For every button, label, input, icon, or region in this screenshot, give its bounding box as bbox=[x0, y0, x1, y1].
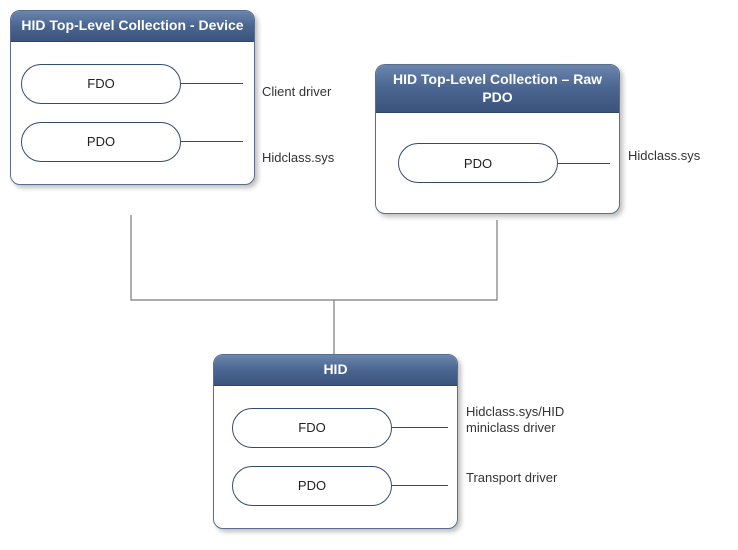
box-rawpdo-body: PDO bbox=[376, 113, 619, 213]
connector-line bbox=[181, 83, 243, 84]
box-hid-body: FDO PDO bbox=[214, 386, 457, 528]
pill-pdo: PDO bbox=[232, 466, 392, 506]
label-hidclass-sys-2: Hidclass.sys bbox=[628, 148, 700, 164]
hid-row-fdo: FDO bbox=[224, 408, 447, 448]
rawpdo-row-pdo: PDO bbox=[386, 143, 609, 183]
pill-pdo: PDO bbox=[21, 122, 181, 162]
box-device-body: FDO PDO bbox=[11, 42, 254, 184]
box-device-title: HID Top-Level Collection - Device bbox=[11, 11, 254, 42]
device-row-pdo: PDO bbox=[21, 122, 244, 162]
box-hid: HID FDO PDO bbox=[213, 354, 458, 529]
hid-row-pdo: PDO bbox=[224, 466, 447, 506]
connector-line bbox=[181, 141, 243, 142]
connector-line bbox=[558, 163, 610, 164]
box-hid-title: HID bbox=[214, 355, 457, 386]
box-rawpdo-title: HID Top-Level Collection – Raw PDO bbox=[376, 65, 619, 113]
pill-fdo: FDO bbox=[232, 408, 392, 448]
pill-pdo: PDO bbox=[398, 143, 558, 183]
label-hidclass-miniclass: Hidclass.sys/HID miniclass driver bbox=[466, 404, 596, 435]
pill-fdo: FDO bbox=[21, 64, 181, 104]
label-hidclass-sys-1: Hidclass.sys bbox=[262, 150, 334, 166]
connector-line bbox=[392, 485, 448, 486]
label-transport-driver: Transport driver bbox=[466, 470, 596, 486]
connector-line bbox=[392, 427, 448, 428]
box-device: HID Top-Level Collection - Device FDO PD… bbox=[10, 10, 255, 185]
box-rawpdo: HID Top-Level Collection – Raw PDO PDO bbox=[375, 64, 620, 214]
device-row-fdo: FDO bbox=[21, 64, 244, 104]
label-client-driver: Client driver bbox=[262, 84, 331, 100]
